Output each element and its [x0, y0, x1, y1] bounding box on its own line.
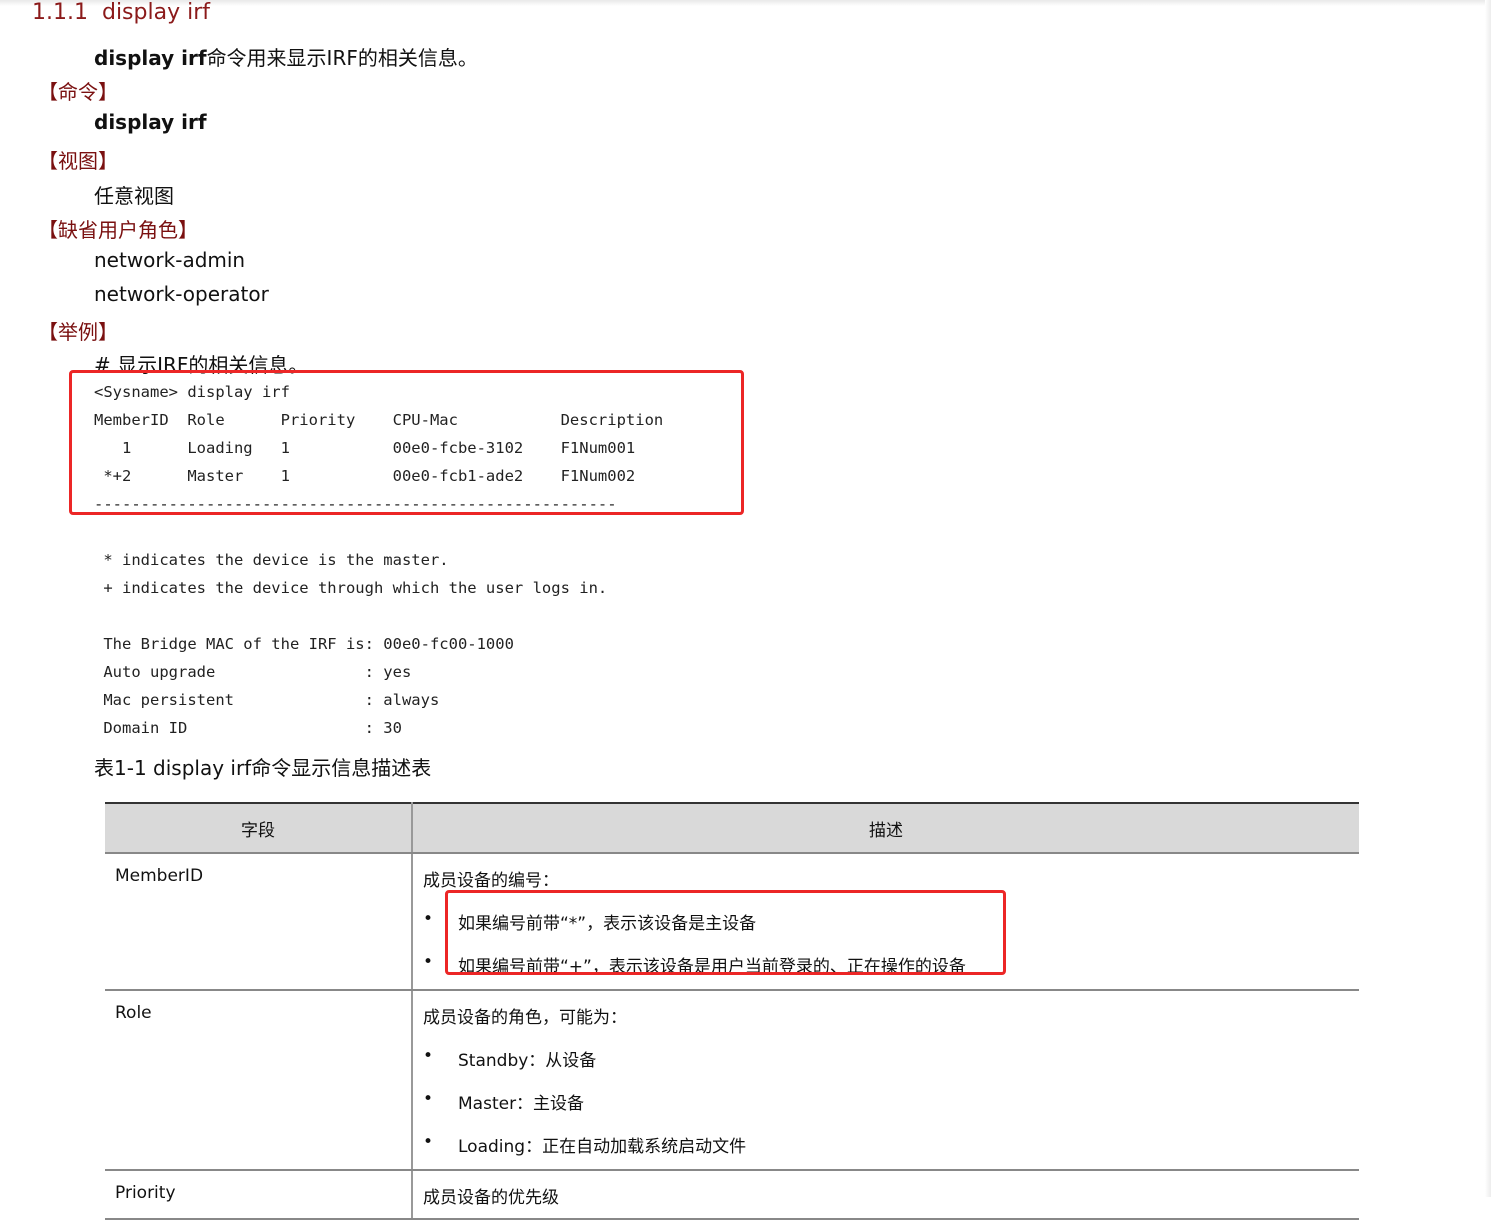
- bullet-text: Loading：正在自动加载系统启动文件: [458, 1137, 747, 1157]
- top-shadow: [0, 0, 1491, 6]
- view-label: 【视图】: [38, 149, 118, 173]
- heading-title: display irf: [101, 0, 210, 25]
- table-row: Role 成员设备的角色，可能为： • Standby：从设备 • Master：主…: [105, 990, 1359, 1171]
- description-cell: 成员设备的角色，可能为： • Standby：从设备 • Master：主设备 • L…: [412, 990, 1359, 1171]
- bullet-text: Standby：从设备: [458, 1051, 597, 1071]
- field-cell: Role: [105, 990, 413, 1171]
- table-row: Priority 成员设备的优先级: [105, 1170, 1359, 1220]
- output-highlight-box: [69, 370, 744, 515]
- description-cell: 成员设备的优先级: [412, 1170, 1359, 1220]
- intro-text: 命令用来显示IRF的相关信息。: [206, 46, 478, 70]
- table-caption: 表1-1 display irf命令显示信息描述表: [94, 756, 432, 780]
- bullet-icon: •: [423, 1046, 434, 1066]
- list-item: • Standby：从设备: [423, 1046, 1349, 1071]
- bullet-icon: •: [423, 952, 434, 972]
- section-heading: 1.1.1 display irf: [32, 0, 210, 25]
- role-admin: network-admin: [94, 248, 246, 272]
- intro-line: display irf命令用来显示IRF的相关信息。: [94, 42, 478, 71]
- role-operator: network-operator: [94, 282, 269, 306]
- table-header-row: 字段 描述: [105, 802, 1359, 854]
- cli-note-login: + indicates the device through which the…: [94, 579, 608, 597]
- list-item: • Master：主设备: [423, 1089, 1349, 1114]
- heading-number: 1.1.1: [32, 0, 88, 25]
- right-shadow: [1485, 0, 1491, 1197]
- roles-label: 【缺省用户角色】: [38, 218, 198, 242]
- description-intro: 成员设备的优先级: [423, 1188, 559, 1208]
- header-description: 描述: [412, 802, 1359, 854]
- example-label: 【举例】: [38, 320, 118, 344]
- command-syntax: display irf: [94, 110, 207, 134]
- command-label: 【命令】: [38, 80, 118, 104]
- header-field: 字段: [105, 802, 413, 854]
- intro-command: display irf: [94, 46, 207, 70]
- cli-auto-upgrade: Auto upgrade : yes: [94, 663, 412, 681]
- bullets-highlight-box: [445, 890, 1006, 975]
- field-cell: MemberID: [105, 853, 413, 991]
- field-description-table: 字段 描述 MemberID 成员设备的编号： • 如果编号前带“*”，表示该设备…: [105, 802, 1359, 1220]
- view-value: 任意视图: [94, 184, 174, 208]
- bullet-icon: •: [423, 1089, 434, 1109]
- cli-note-master: * indicates the device is the master.: [94, 551, 449, 569]
- bullet-text: Master：主设备: [458, 1094, 585, 1114]
- description-intro: 成员设备的编号：: [423, 871, 559, 891]
- cli-mac-persistent: Mac persistent : always: [94, 691, 440, 709]
- cli-bridge-mac: The Bridge MAC of the IRF is: 00e0-fc00-…: [94, 635, 514, 653]
- description-intro: 成员设备的角色，可能为：: [423, 1008, 627, 1028]
- list-item: • Loading：正在自动加载系统启动文件: [423, 1132, 1349, 1157]
- bullet-icon: •: [423, 909, 434, 929]
- bullet-icon: •: [423, 1132, 434, 1152]
- bullet-list: • Standby：从设备 • Master：主设备 • Loading：正在自动加载…: [423, 1046, 1349, 1157]
- field-cell: Priority: [105, 1170, 413, 1220]
- cli-domain-id: Domain ID : 30: [94, 719, 402, 737]
